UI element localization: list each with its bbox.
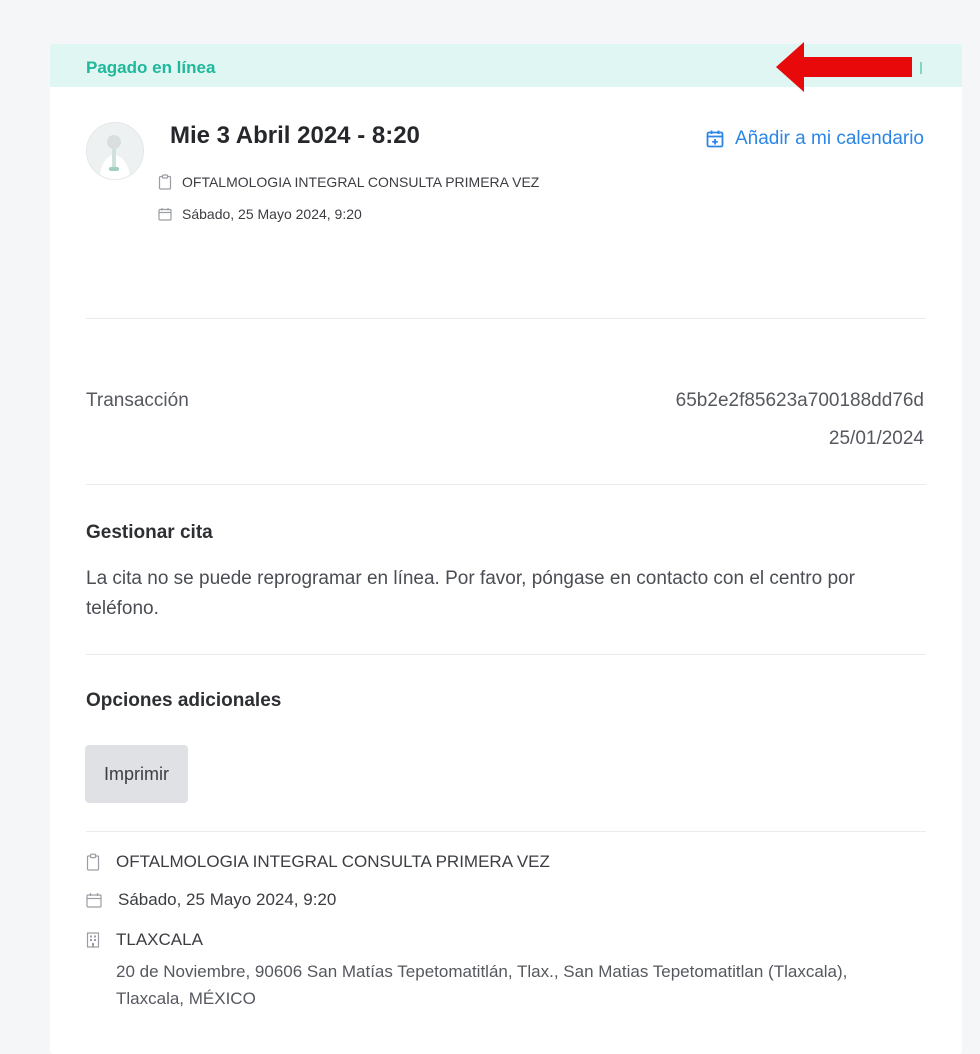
clipboard-icon	[158, 174, 172, 190]
divider	[86, 654, 926, 655]
divider	[86, 484, 926, 485]
detail-center-row: TLAXCALA	[86, 930, 203, 950]
detail-center-address: 20 de Noviembre, 90606 San Matías Tepeto…	[116, 962, 848, 1008]
transaction-date: 25/01/2024	[828, 428, 924, 449]
doctor-avatar-image	[87, 123, 143, 179]
appointment-service-text: OFTALMOLOGIA INTEGRAL CONSULTA PRIMERA V…	[182, 174, 540, 190]
print-button[interactable]: Imprimir	[85, 745, 188, 803]
doctor-avatar	[86, 122, 144, 180]
calendar-plus-icon	[705, 129, 725, 149]
status-bar-edge-glyph	[920, 62, 922, 74]
detail-center-name: TLAXCALA	[116, 930, 203, 949]
add-to-calendar-link[interactable]: Añadir a mi calendario	[705, 128, 924, 150]
payment-status-label: Pagado en línea	[86, 58, 216, 77]
calendar-icon	[86, 892, 102, 908]
appointment-service-row: OFTALMOLOGIA INTEGRAL CONSULTA PRIMERA V…	[158, 174, 539, 190]
add-to-calendar-label: Añadir a mi calendario	[734, 128, 924, 149]
appointment-date-title: Mie 3 Abril 2024 - 8:20	[170, 122, 420, 149]
manage-appointment-text: La cita no se puede reprogramar en línea…	[86, 568, 855, 619]
arrow-left-icon	[776, 42, 912, 92]
detail-datetime-row: Sábado, 25 Mayo 2024, 9:20	[86, 890, 336, 910]
divider	[86, 831, 926, 832]
appointment-datetime-text: Sábado, 25 Mayo 2024, 9:20	[182, 206, 362, 222]
calendar-icon	[158, 207, 172, 221]
detail-service-text: OFTALMOLOGIA INTEGRAL CONSULTA PRIMERA V…	[116, 852, 550, 871]
transaction-id: 65b2e2f85623a700188dd76d	[675, 390, 924, 411]
building-icon	[86, 932, 100, 948]
clipboard-icon	[86, 853, 100, 871]
appointment-card: Pagado en línea Mie 3 Abril 2024 - 8:20	[50, 42, 962, 1054]
transaction-label: Transacción	[86, 390, 189, 411]
additional-options-title: Opciones adicionales	[86, 690, 282, 711]
divider	[86, 318, 926, 319]
manage-appointment-title: Gestionar cita	[86, 522, 213, 543]
detail-datetime-text: Sábado, 25 Mayo 2024, 9:20	[118, 890, 337, 909]
appointment-datetime-row: Sábado, 25 Mayo 2024, 9:20	[158, 206, 362, 222]
detail-service-row: OFTALMOLOGIA INTEGRAL CONSULTA PRIMERA V…	[86, 852, 550, 872]
